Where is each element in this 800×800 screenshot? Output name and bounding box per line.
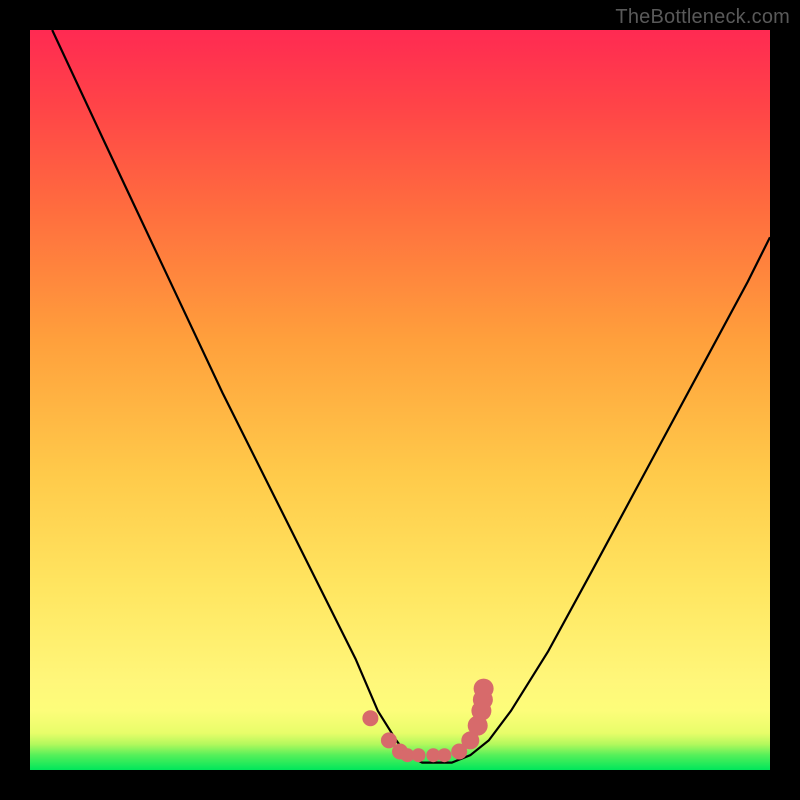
curve-marker <box>426 748 440 762</box>
bottleneck-curve-path <box>52 30 770 763</box>
chart-frame: TheBottleneck.com <box>0 0 800 800</box>
curve-marker <box>437 748 451 762</box>
curve-marker <box>362 710 378 726</box>
curve-markers <box>362 679 493 763</box>
curve-marker <box>473 690 493 710</box>
chart-svg <box>30 30 770 770</box>
curve-marker <box>412 748 426 762</box>
curve-marker <box>381 732 397 748</box>
curve-marker <box>468 716 488 736</box>
curve-marker <box>471 701 491 721</box>
curve-marker <box>451 744 467 760</box>
watermark-text: TheBottleneck.com <box>615 6 790 29</box>
curve-marker <box>400 748 414 762</box>
chart-plot-area <box>30 30 770 770</box>
bottleneck-curve <box>52 30 770 763</box>
curve-marker <box>461 731 479 749</box>
curve-marker <box>392 744 408 760</box>
curve-marker <box>474 679 494 699</box>
